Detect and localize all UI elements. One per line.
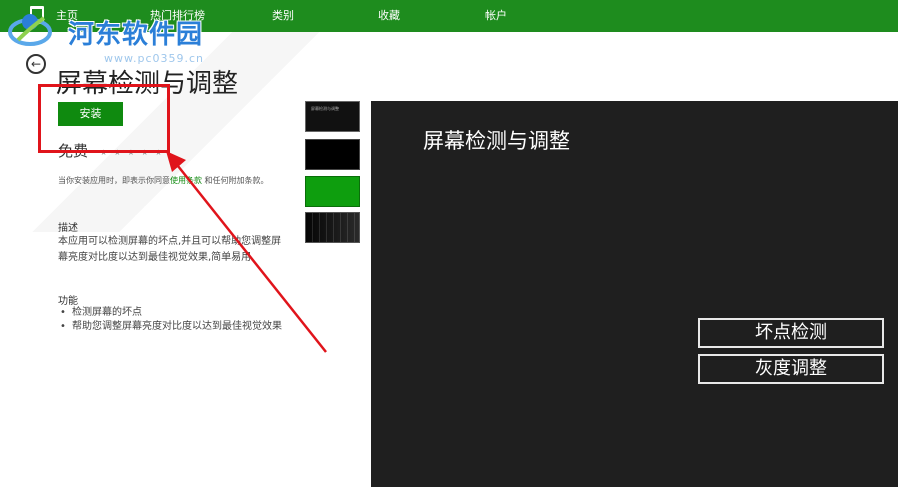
- terms-text: 当你安装应用时，即表示你同意使用条款 和任何附加条款。: [58, 174, 288, 187]
- preview-title: 屏幕检测与调整: [423, 129, 570, 153]
- description-text: 本应用可以检测屏幕的坏点,并且可以帮助您调整屏幕亮度对比度以达到最佳视觉效果,简…: [58, 236, 282, 263]
- feature-item: 帮助您调整屏幕亮度对比度以达到最佳视觉效果: [58, 320, 288, 334]
- features-list: 检测屏幕的坏点 帮助您调整屏幕亮度对比度以达到最佳视觉效果: [58, 306, 288, 334]
- nav-categories[interactable]: 类别: [272, 9, 294, 23]
- highlight-box: [38, 84, 170, 153]
- screenshot-thumbnail-1[interactable]: 屏幕检测与调整: [305, 101, 360, 132]
- feature-item: 检测屏幕的坏点: [58, 306, 288, 320]
- terms-link[interactable]: 使用条款: [170, 176, 202, 185]
- screenshot-thumbnail-4[interactable]: [305, 212, 360, 243]
- terms-before: 当你安装应用时，即表示你同意: [58, 176, 170, 185]
- features-heading: 功能: [58, 296, 78, 307]
- nav-account[interactable]: 帐户: [485, 9, 507, 23]
- screenshot-thumbnail-2[interactable]: [305, 139, 360, 170]
- watermark-text: 河东软件园: [68, 20, 204, 50]
- dead-pixel-test-button[interactable]: 坏点检测: [698, 318, 884, 348]
- screenshot-thumbnail-3[interactable]: [305, 176, 360, 207]
- watermark-logo-icon: [8, 14, 52, 46]
- screenshot-preview: 屏幕检测与调整 坏点检测 灰度调整: [371, 101, 898, 487]
- thumbnail-caption: 屏幕检测与调整: [311, 106, 339, 111]
- back-arrow-icon[interactable]: ←: [26, 54, 46, 74]
- nav-collection[interactable]: 收藏: [378, 9, 400, 23]
- description-heading: 描述: [58, 223, 78, 234]
- terms-after: 和任何附加条款。: [204, 176, 269, 185]
- grayscale-adjust-button[interactable]: 灰度调整: [698, 354, 884, 384]
